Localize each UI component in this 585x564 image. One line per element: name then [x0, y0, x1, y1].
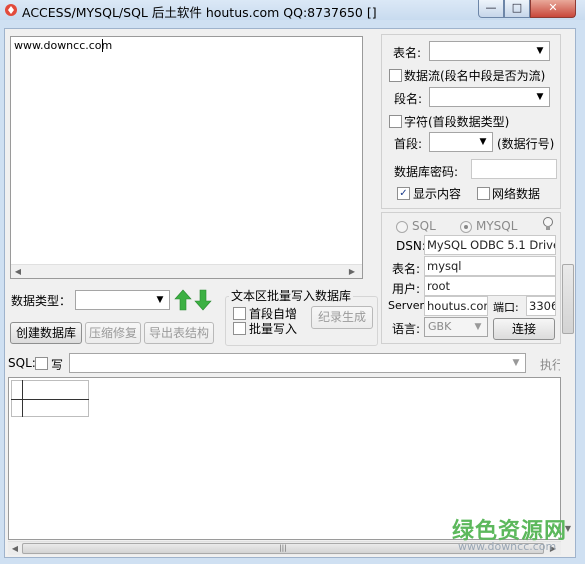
data-row-label: (数据行号)	[497, 137, 555, 151]
move-up-down-icon[interactable]	[174, 289, 214, 311]
write-label: 写	[51, 358, 64, 372]
scroll-left-icon[interactable]: ◀	[11, 265, 25, 279]
batch-write-label: 批量写入	[249, 322, 298, 336]
chevron-down-icon: ▼	[536, 92, 544, 102]
watermark-url: www.downcc.com	[458, 540, 557, 553]
scroll-thumb[interactable]	[562, 264, 574, 334]
batch-group-title: 文本区批量写入数据库	[229, 287, 354, 304]
window-title: ACCESS/MYSQL/SQL 后土软件 houtus.com QQ:8737…	[22, 5, 377, 20]
port-input[interactable]: 3306	[526, 296, 556, 316]
mysql-radio-label: MYSQL	[476, 219, 518, 233]
first-field-select[interactable]: ▼	[429, 132, 493, 152]
generate-records-button[interactable]: 纪录生成	[311, 306, 373, 329]
show-content-label: 显示内容	[413, 187, 462, 201]
dsn-label: DSN:	[396, 239, 426, 253]
server-label: Server:	[388, 299, 428, 312]
data-stream-checkbox[interactable]	[389, 69, 402, 82]
export-schema-button[interactable]: 导出表结构	[144, 322, 214, 344]
first-field-label: 首段:	[394, 137, 423, 151]
port-label: 端口:	[493, 301, 519, 314]
dsn-input[interactable]: MySQL ODBC 5.1 Driver	[424, 235, 556, 255]
app-icon	[5, 4, 17, 16]
chevron-down-icon: ▼	[156, 295, 164, 305]
text-cursor	[102, 39, 103, 52]
scroll-right-icon[interactable]: ▶	[345, 265, 359, 279]
editor-horizontal-scrollbar[interactable]: ◀ ▶	[11, 264, 362, 278]
connect-button[interactable]: 连接	[493, 318, 555, 340]
editor-text: www.downcc.com	[14, 39, 113, 52]
grid-indicator-line	[22, 380, 23, 417]
user-input[interactable]: root	[424, 276, 556, 296]
user-label: 用户:	[392, 282, 421, 296]
conn-table-label: 表名:	[392, 262, 421, 276]
batch-write-checkbox[interactable]	[233, 322, 246, 335]
window-vertical-scrollbar[interactable]: ▼	[561, 34, 575, 536]
network-data-checkbox[interactable]	[477, 187, 490, 200]
char-type-label: 字符(首段数据类型)	[404, 115, 510, 129]
field-name-label: 段名:	[394, 92, 423, 106]
mysql-radio[interactable]	[460, 221, 472, 233]
field-name-select[interactable]: ▼	[429, 87, 550, 107]
show-content-checkbox[interactable]: ✓	[397, 187, 410, 200]
table-name-select[interactable]: ▼	[429, 41, 550, 61]
maximize-button[interactable]: □	[504, 0, 530, 18]
chevron-down-icon: ▼	[536, 46, 544, 56]
lang-select[interactable]: GBK ▼	[424, 317, 488, 337]
execute-button[interactable]: 执行	[540, 356, 560, 373]
write-checkbox[interactable]	[35, 357, 48, 370]
lang-label: 语言:	[392, 322, 421, 336]
db-type-label: 数据类型：	[11, 294, 72, 308]
char-type-checkbox[interactable]	[389, 115, 402, 128]
create-db-button[interactable]: 创建数据库	[10, 322, 82, 344]
network-data-label: 网络数据	[492, 187, 541, 201]
chevron-down-icon: ▼	[479, 137, 487, 147]
scroll-left-icon[interactable]: ◀	[8, 542, 22, 556]
minimize-button[interactable]: —	[478, 0, 504, 18]
title-bar[interactable]: ACCESS/MYSQL/SQL 后土软件 houtus.com QQ:8737…	[0, 0, 585, 20]
db-type-select[interactable]: ▼	[75, 290, 170, 310]
lang-value: GBK	[428, 320, 452, 333]
db-password-input[interactable]	[471, 159, 557, 179]
compress-repair-button[interactable]: 压缩修复	[85, 322, 141, 344]
lightbulb-icon[interactable]	[542, 216, 554, 232]
close-button[interactable]: ✕	[530, 0, 576, 18]
sql-radio[interactable]	[396, 221, 408, 233]
chevron-down-icon: ▼	[512, 358, 520, 368]
data-stream-label: 数据流(段名中段是否为流)	[404, 69, 546, 83]
db-password-label: 数据库密码:	[394, 165, 459, 179]
chevron-down-icon: ▼	[474, 322, 482, 332]
conn-table-input[interactable]: mysql	[424, 256, 556, 276]
server-input[interactable]: houtus.com	[424, 296, 488, 316]
sql-input[interactable]: ▼	[69, 353, 526, 373]
sql-radio-label: SQL	[412, 219, 436, 233]
first-field-autoinc-checkbox[interactable]	[233, 307, 246, 320]
text-editor[interactable]: www.downcc.com ◀ ▶	[10, 36, 363, 279]
table-name-label: 表名:	[393, 46, 422, 60]
sql-label: SQL:	[8, 356, 36, 370]
